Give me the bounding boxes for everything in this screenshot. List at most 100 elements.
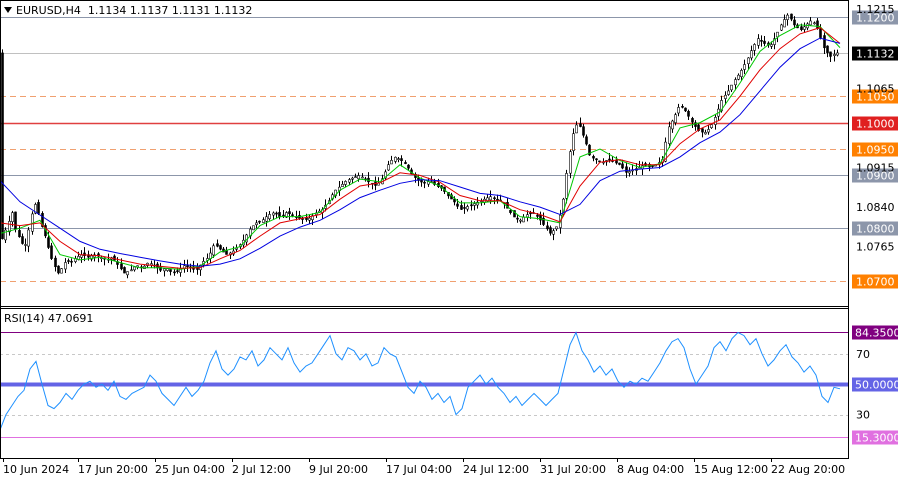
time-tick-label: 9 Jul 20:00 — [309, 463, 368, 476]
candle-body — [829, 51, 832, 57]
candle-body — [258, 220, 261, 223]
candle-body — [836, 52, 839, 56]
candle-body — [730, 84, 733, 91]
symbol-label: EURUSD,H4 — [16, 4, 81, 17]
candle-body — [288, 211, 291, 215]
candle-body — [1, 52, 4, 240]
candle-body — [529, 212, 532, 215]
candle-body — [120, 263, 123, 270]
candle-body — [216, 243, 219, 247]
candle-body — [163, 268, 166, 272]
time-tick-label: 25 Jun 04:00 — [155, 463, 225, 476]
candle-body — [291, 214, 294, 216]
time-tick-label: 24 Jul 12:00 — [463, 463, 529, 476]
price-tick-label: 1.0765 — [856, 241, 895, 254]
candle-body — [126, 271, 129, 276]
candle-body — [493, 197, 496, 200]
time-tick-label: 2 Jul 12:00 — [232, 463, 291, 476]
candle-body — [786, 14, 789, 20]
candle-body — [790, 13, 793, 20]
candle-body — [308, 217, 311, 221]
candle-body — [64, 262, 67, 270]
level-label: 1.0700 — [856, 276, 895, 289]
rsi-tick-label: 30 — [856, 409, 870, 422]
candle-body — [470, 204, 473, 207]
level-label: 1.0950 — [856, 144, 895, 157]
candle-body — [776, 31, 779, 38]
candle-body — [753, 44, 756, 51]
candle-body — [677, 107, 680, 114]
candle-body — [456, 203, 459, 207]
rsi-header: RSI(14) 47.0691 — [4, 312, 94, 325]
price-tick-label: 1.1065 — [856, 82, 895, 95]
candle-body — [27, 229, 30, 247]
candle-body — [575, 124, 578, 134]
candle-body — [621, 163, 624, 169]
ma-line-3 — [0, 37, 841, 267]
candle-body — [173, 271, 176, 274]
candle-body — [423, 181, 426, 184]
level-label: 1.0800 — [856, 223, 895, 236]
candle-body — [348, 179, 351, 183]
candle-body — [397, 158, 400, 160]
candle-body — [608, 158, 611, 161]
moving-averages — [0, 24, 841, 270]
price-tick-label: 1.0915 — [856, 161, 895, 174]
candle-body — [400, 158, 403, 162]
candle-body — [743, 64, 746, 70]
candle-body — [519, 219, 522, 222]
candle-body — [275, 212, 278, 215]
candle-body — [569, 151, 572, 174]
candle-body — [595, 158, 598, 161]
candle-body — [473, 203, 476, 206]
candle-body — [770, 44, 773, 47]
candle-body — [579, 123, 582, 127]
candle-body — [54, 257, 57, 268]
candle-body — [783, 19, 786, 28]
candle-body — [47, 237, 50, 248]
candle-body — [813, 22, 816, 25]
candle-body — [404, 162, 407, 164]
candle-body — [133, 266, 136, 271]
candle-body — [252, 225, 255, 231]
candle-body — [219, 245, 222, 250]
candle-body — [734, 79, 737, 86]
candle-body — [265, 216, 268, 222]
dropdown-triangle-icon[interactable] — [4, 7, 12, 13]
candle-body — [727, 90, 730, 95]
candle-body — [582, 126, 585, 136]
time-tick-label: 8 Aug 04:00 — [617, 463, 684, 476]
candle-body — [150, 263, 153, 266]
candle-body — [489, 196, 492, 201]
candle-body — [757, 38, 760, 46]
candle-body — [691, 118, 694, 123]
candle-body — [8, 221, 11, 233]
candle-body — [354, 176, 357, 178]
candle-body — [833, 54, 836, 56]
candle-body — [681, 106, 684, 108]
candle-body — [186, 265, 189, 268]
candle-body — [14, 211, 17, 230]
candle-body — [11, 212, 14, 223]
candle-body — [800, 26, 803, 30]
candle-body — [516, 217, 519, 220]
candle-body — [394, 156, 397, 162]
candle-body — [212, 245, 215, 256]
candle-body — [714, 117, 717, 125]
symbol-header[interactable]: EURUSD,H4 1.1134 1.1137 1.1131 1.1132 — [4, 4, 252, 17]
candle-body — [166, 268, 169, 271]
candle-body — [555, 226, 558, 230]
candle-body — [565, 173, 568, 199]
candle-body — [496, 198, 499, 201]
candle-body — [268, 214, 271, 220]
candle-body — [760, 40, 763, 42]
candle-body — [176, 270, 179, 272]
candle-body — [552, 230, 555, 235]
candle-body — [407, 164, 410, 169]
chart-canvas[interactable]: 1.12001.10501.10001.09501.09001.08001.07… — [0, 0, 900, 480]
chart-frame — [0, 0, 849, 459]
candle-body — [50, 245, 53, 259]
candle-body — [793, 19, 796, 26]
candle-body — [618, 162, 621, 165]
time-tick-label: 17 Jun 20:00 — [78, 463, 148, 476]
